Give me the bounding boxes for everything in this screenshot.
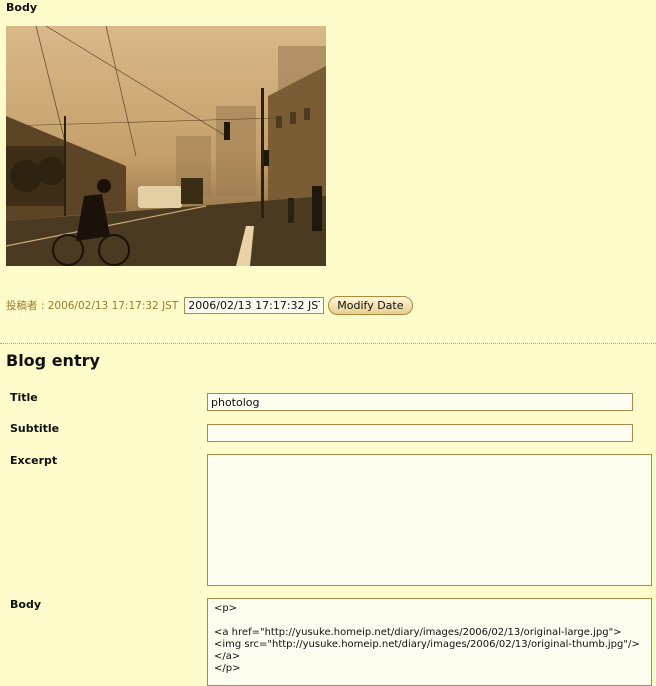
body-label: Body xyxy=(10,598,41,611)
excerpt-label: Excerpt xyxy=(10,454,58,467)
excerpt-textarea[interactable] xyxy=(207,454,652,586)
posted-by-label: 投稿者 : 2006/02/13 17:17:32 JST xyxy=(6,299,179,312)
photo-image xyxy=(6,26,326,266)
body-textarea-content: <p> <a href="http://yusuke.homeip.net/di… xyxy=(214,603,640,674)
title-input[interactable] xyxy=(207,393,633,411)
body-textarea[interactable]: <p> <a href="http://yusuke.homeip.net/di… xyxy=(207,598,652,686)
section-divider xyxy=(0,343,656,344)
subtitle-label: Subtitle xyxy=(10,422,60,435)
post-meta-row: 投稿者 : 2006/02/13 17:17:32 JST Modify Dat… xyxy=(6,295,413,315)
subtitle-input[interactable] xyxy=(207,424,633,442)
blog-entry-heading: Blog entry xyxy=(6,351,100,370)
title-label: Title xyxy=(10,391,38,404)
modify-date-button[interactable]: Modify Date xyxy=(328,295,413,315)
body-section-label: Body xyxy=(6,1,37,14)
date-input[interactable] xyxy=(184,296,325,314)
